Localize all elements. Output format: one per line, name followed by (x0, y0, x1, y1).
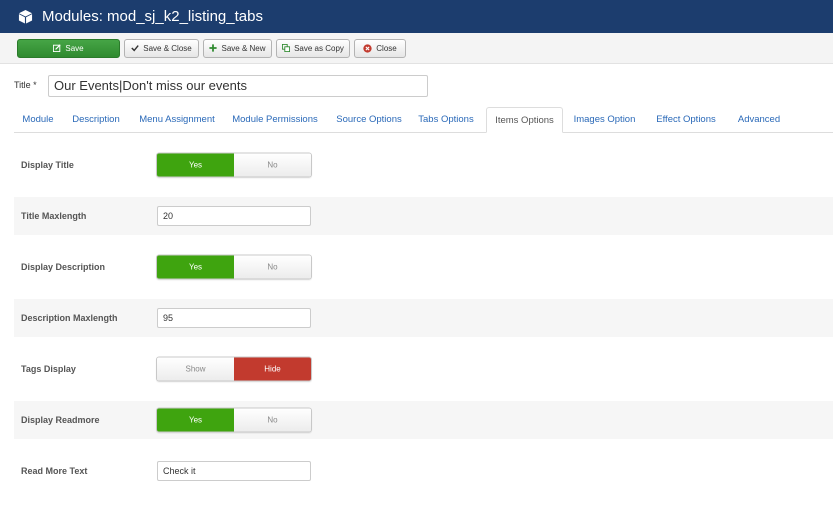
toolbar: Save Save & Close Save & New Save as Cop… (0, 33, 833, 64)
display-description-label: Display Description (21, 262, 106, 272)
description-maxlength-label: Description Maxlength (21, 313, 118, 323)
save-copy-label: Save as Copy (294, 43, 344, 53)
display-description-no[interactable]: No (234, 255, 311, 279)
plus-icon (209, 44, 218, 52)
save-close-label: Save & Close (143, 43, 192, 53)
save-copy-button[interactable]: Save as Copy (276, 38, 350, 58)
field-title-maxlength: Title Maxlength 20 (14, 197, 833, 235)
tab-items-options[interactable]: Items Options (486, 107, 563, 133)
tab-images-option[interactable]: Images Option (567, 107, 642, 133)
save-label: Save (65, 43, 84, 53)
display-title-no[interactable]: No (234, 153, 311, 177)
display-description-toggle: Yes No (156, 254, 312, 280)
tab-module-permissions[interactable]: Module Permissions (226, 107, 324, 133)
field-display-description: Display Description Yes No (14, 248, 833, 286)
save-button[interactable]: Save (17, 38, 120, 58)
field-tags-display: Tags Display Show Hide (14, 350, 833, 388)
field-description-maxlength: Description Maxlength 95 (14, 299, 833, 337)
cube-icon (17, 9, 33, 25)
tab-menu-assignment[interactable]: Menu Assignment (130, 107, 224, 133)
title-input[interactable]: Our Events|Don't miss our events (48, 75, 428, 97)
copy-icon (282, 44, 291, 52)
description-maxlength-input[interactable]: 95 (157, 308, 311, 328)
tab-effect-options[interactable]: Effect Options (647, 107, 725, 133)
field-read-more-text: Read More Text Check it (14, 452, 833, 490)
save-new-label: Save & New (221, 43, 266, 53)
display-title-yes[interactable]: Yes (157, 153, 234, 177)
close-icon (363, 43, 372, 53)
tags-display-show[interactable]: Show (157, 357, 234, 381)
edit-icon (53, 44, 61, 52)
save-close-button[interactable]: Save & Close (124, 38, 199, 58)
display-readmore-yes[interactable]: Yes (157, 408, 234, 432)
tags-display-toggle: Show Hide (156, 356, 312, 382)
page-title: Modules: mod_sj_k2_listing_tabs (42, 8, 263, 25)
display-title-toggle: Yes No (156, 152, 312, 178)
field-display-readmore: Display Readmore Yes No (14, 401, 833, 439)
tags-display-label: Tags Display (21, 364, 76, 374)
title-label: Title * (14, 80, 37, 90)
save-new-button[interactable]: Save & New (203, 38, 272, 58)
close-button[interactable]: Close (354, 38, 406, 58)
check-icon (131, 44, 140, 52)
display-readmore-no[interactable]: No (234, 408, 311, 432)
title-maxlength-input[interactable]: 20 (157, 206, 311, 226)
display-readmore-toggle: Yes No (156, 407, 312, 433)
read-more-text-input[interactable]: Check it (157, 461, 311, 481)
title-maxlength-label: Title Maxlength (21, 211, 87, 221)
read-more-text-label: Read More Text (21, 466, 88, 476)
page-header: Modules: mod_sj_k2_listing_tabs (0, 0, 833, 33)
field-display-title: Display Title Yes No (14, 146, 833, 184)
tab-module[interactable]: Module (14, 107, 62, 133)
tab-tabs-options[interactable]: Tabs Options (412, 107, 480, 133)
tab-source-options[interactable]: Source Options (327, 107, 411, 133)
tab-advanced[interactable]: Advanced (730, 107, 788, 133)
display-description-yes[interactable]: Yes (157, 255, 234, 279)
display-title-label: Display Title (21, 160, 74, 170)
tab-bar: Module Description Menu Assignment Modul… (14, 107, 833, 133)
display-readmore-label: Display Readmore (21, 415, 100, 425)
tab-description[interactable]: Description (64, 107, 128, 133)
close-label: Close (376, 43, 397, 53)
tags-display-hide[interactable]: Hide (234, 357, 311, 381)
